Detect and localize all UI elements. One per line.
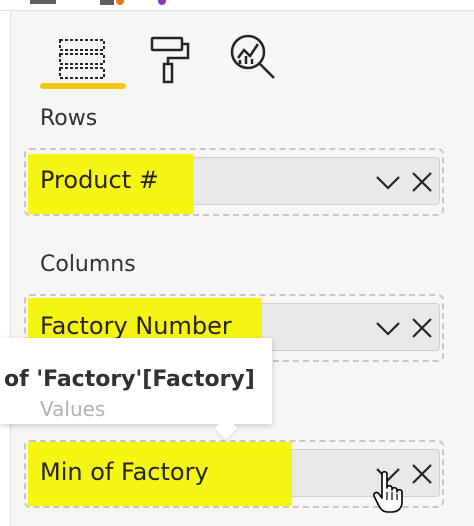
report-icon-fragment (30, 0, 56, 4)
selected-tab-indicator (40, 83, 126, 89)
chevron-down-icon[interactable] (374, 168, 402, 196)
chart-icon-fragment (100, 0, 124, 5)
hand-pointer-cursor-icon (373, 470, 403, 513)
chevron-down-icon[interactable] (374, 314, 402, 342)
close-icon[interactable] (408, 168, 436, 196)
rows-field-name: Product # (40, 166, 159, 194)
values-field-name: Min of Factory (40, 458, 209, 486)
table-fields-icon (59, 39, 105, 79)
columns-label: Columns (40, 252, 136, 277)
fields-tab[interactable] (54, 28, 110, 84)
columns-field-name: Factory Number (40, 312, 232, 340)
rows-label: Rows (40, 106, 98, 131)
tooltip-text: of 'Factory'[Factory] (4, 367, 255, 392)
close-icon[interactable] (408, 460, 436, 488)
format-tab[interactable] (140, 28, 196, 84)
paint-roller-icon (150, 36, 190, 84)
close-icon[interactable] (408, 314, 436, 342)
model-icon-fragment (158, 0, 166, 5)
analytics-magnifier-icon (230, 34, 275, 79)
analytics-tab[interactable] (226, 28, 282, 84)
top-toolbar-strip (0, 0, 474, 11)
values-label: Values (40, 397, 106, 421)
